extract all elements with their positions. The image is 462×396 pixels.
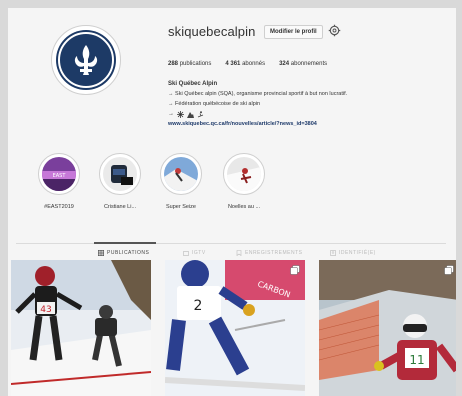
edit-profile-button[interactable]: Modifier le profil bbox=[264, 25, 323, 39]
tag-user-icon bbox=[330, 250, 336, 256]
profile-stats: 288 publications 4 361 abonnés 324 abonn… bbox=[168, 61, 327, 67]
highlight-label: Noelles au ... bbox=[227, 204, 261, 210]
svg-text:EAST: EAST bbox=[53, 173, 67, 179]
gear-icon[interactable] bbox=[328, 24, 341, 37]
tabs-divider bbox=[16, 243, 446, 244]
tab-enregistrements[interactable]: ENREGISTREMENTS bbox=[236, 250, 303, 256]
post-photo: CARBON 2 bbox=[165, 260, 305, 396]
fleur-de-lis-icon bbox=[74, 45, 98, 75]
bio-line-1: → Ski Québec alpin (SQA), organisme prov… bbox=[168, 91, 348, 97]
story-highlight[interactable]: EAST #EAST2019 bbox=[34, 153, 84, 210]
bio-link[interactable]: www.skiquebec.qc.ca/fr/nouvelles/article… bbox=[168, 119, 438, 129]
race-bib-number: 43 bbox=[40, 305, 51, 315]
story-highlight[interactable]: Cristiane Li... bbox=[95, 153, 145, 210]
highlight-thumbnail bbox=[164, 157, 198, 191]
multiple-photos-icon bbox=[444, 265, 454, 275]
post-thumbnail[interactable]: 43 bbox=[11, 260, 151, 396]
profile-page: skiquebecalpin Modifier le profil 288 pu… bbox=[8, 8, 456, 396]
tv-icon bbox=[183, 251, 189, 256]
active-tab-indicator bbox=[94, 242, 156, 244]
post-thumbnail[interactable]: 11 bbox=[319, 260, 456, 396]
race-bib-number: 2 bbox=[194, 298, 203, 314]
highlight-thumbnail bbox=[103, 157, 137, 191]
profile-username: skiquebecalpin bbox=[168, 24, 256, 39]
grid-icon bbox=[98, 250, 104, 256]
highlight-thumbnail bbox=[227, 157, 261, 191]
post-thumbnail[interactable]: CARBON 2 bbox=[165, 260, 305, 396]
tab-identifie[interactable]: IDENTIFIÉ(E) bbox=[330, 250, 376, 256]
stat-publications: 288 publications bbox=[168, 61, 212, 67]
highlight-label: #EAST2019 bbox=[44, 204, 74, 210]
bookmark-icon bbox=[236, 250, 242, 256]
tab-publications[interactable]: PUBLICATIONS bbox=[98, 250, 149, 256]
highlight-thumbnail: EAST bbox=[42, 157, 76, 191]
bio-name: Ski Québec Alpin bbox=[168, 81, 218, 87]
mountain-icon bbox=[187, 111, 194, 118]
bio-line-2: → Fédération québécoise de ski alpin bbox=[168, 101, 261, 107]
race-bib-number: 11 bbox=[409, 353, 424, 367]
post-photo: 43 bbox=[11, 260, 151, 396]
highlight-label: Cristiane Li... bbox=[103, 204, 137, 210]
tab-igtv[interactable]: IGTV bbox=[183, 250, 206, 256]
stat-following[interactable]: 324 abonnements bbox=[279, 61, 327, 67]
bio-emoji-row: → bbox=[168, 109, 438, 119]
story-highlight[interactable]: Super Seize bbox=[156, 153, 206, 210]
multiple-photos-icon bbox=[290, 265, 300, 275]
story-highlight[interactable]: Noelles au ... bbox=[219, 153, 269, 210]
profile-avatar[interactable] bbox=[51, 25, 121, 95]
skier-icon bbox=[197, 110, 204, 117]
fleur-de-lis-logo bbox=[58, 32, 114, 88]
stat-followers[interactable]: 4 361 abonnés bbox=[225, 61, 265, 67]
highlight-label: Super Seize bbox=[166, 204, 196, 210]
snowflake-icon bbox=[177, 110, 184, 118]
profile-bio: Ski Québec Alpin → Ski Québec alpin (SQA… bbox=[168, 79, 438, 129]
post-photo: 11 bbox=[319, 260, 456, 396]
